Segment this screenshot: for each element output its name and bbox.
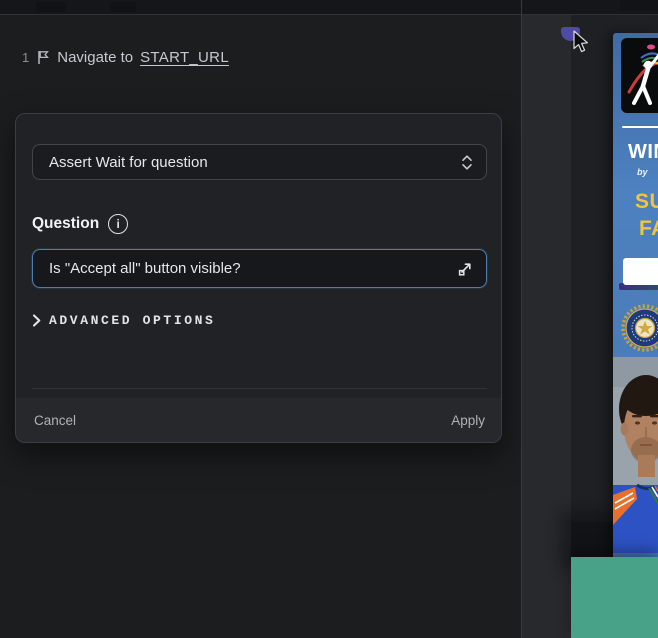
app-window: 1 Navigate to START_URL Assert Wait for … [0, 0, 658, 638]
question-input-wrap [32, 249, 487, 288]
modal-byline: by [637, 167, 648, 177]
top-bar-tab [36, 2, 66, 12]
modal-divider-line [622, 126, 658, 128]
step-target-link[interactable]: START_URL [140, 49, 229, 66]
step-row: 1 Navigate to START_URL [22, 48, 229, 66]
advanced-options-toggle[interactable]: ADVANCED OPTIONS [32, 313, 215, 328]
info-icon[interactable]: i [108, 214, 128, 234]
expand-editor-icon[interactable] [456, 260, 474, 278]
step-editor-dialog: Assert Wait for question Question i [15, 113, 502, 443]
pointer-cursor-icon [570, 29, 592, 55]
bcci-crest [621, 304, 658, 352]
step-action-text: Navigate to [57, 49, 133, 66]
cricket-batsman-logo [621, 38, 658, 113]
dialog-divider [32, 388, 487, 389]
step-number: 1 [22, 50, 29, 65]
top-bar-right-section [620, 0, 658, 11]
step-type-select[interactable]: Assert Wait for question [32, 144, 487, 180]
top-bar [0, 0, 658, 15]
dialog-footer: Cancel Apply [16, 398, 501, 442]
cookie-banner[interactable] [571, 557, 658, 638]
player-photo: T20 WORLD CUP [613, 357, 658, 553]
page-shadow [571, 522, 613, 557]
modal-promo-line-1: SUP [635, 190, 658, 214]
modal-headline: WIN [628, 141, 658, 164]
top-bar-tab [110, 2, 136, 12]
cta-button[interactable]: S [623, 258, 658, 285]
modal-promo-line-2: FA [639, 217, 658, 241]
question-field-header: Question i [32, 214, 128, 234]
advanced-options-label: ADVANCED OPTIONS [49, 313, 215, 328]
apply-button[interactable]: Apply [449, 409, 487, 432]
question-input[interactable] [33, 250, 456, 287]
cancel-button[interactable]: Cancel [32, 409, 78, 432]
flag-icon [36, 49, 50, 65]
step-type-selected-value: Assert Wait for question [49, 154, 208, 171]
test-steps-panel: 1 Navigate to START_URL Assert Wait for … [0, 15, 521, 638]
chevron-right-icon [32, 314, 41, 327]
question-label: Question [32, 215, 99, 233]
select-updown-icon [460, 154, 474, 171]
page-promo-modal: WIN by SUP FA S [613, 33, 658, 557]
